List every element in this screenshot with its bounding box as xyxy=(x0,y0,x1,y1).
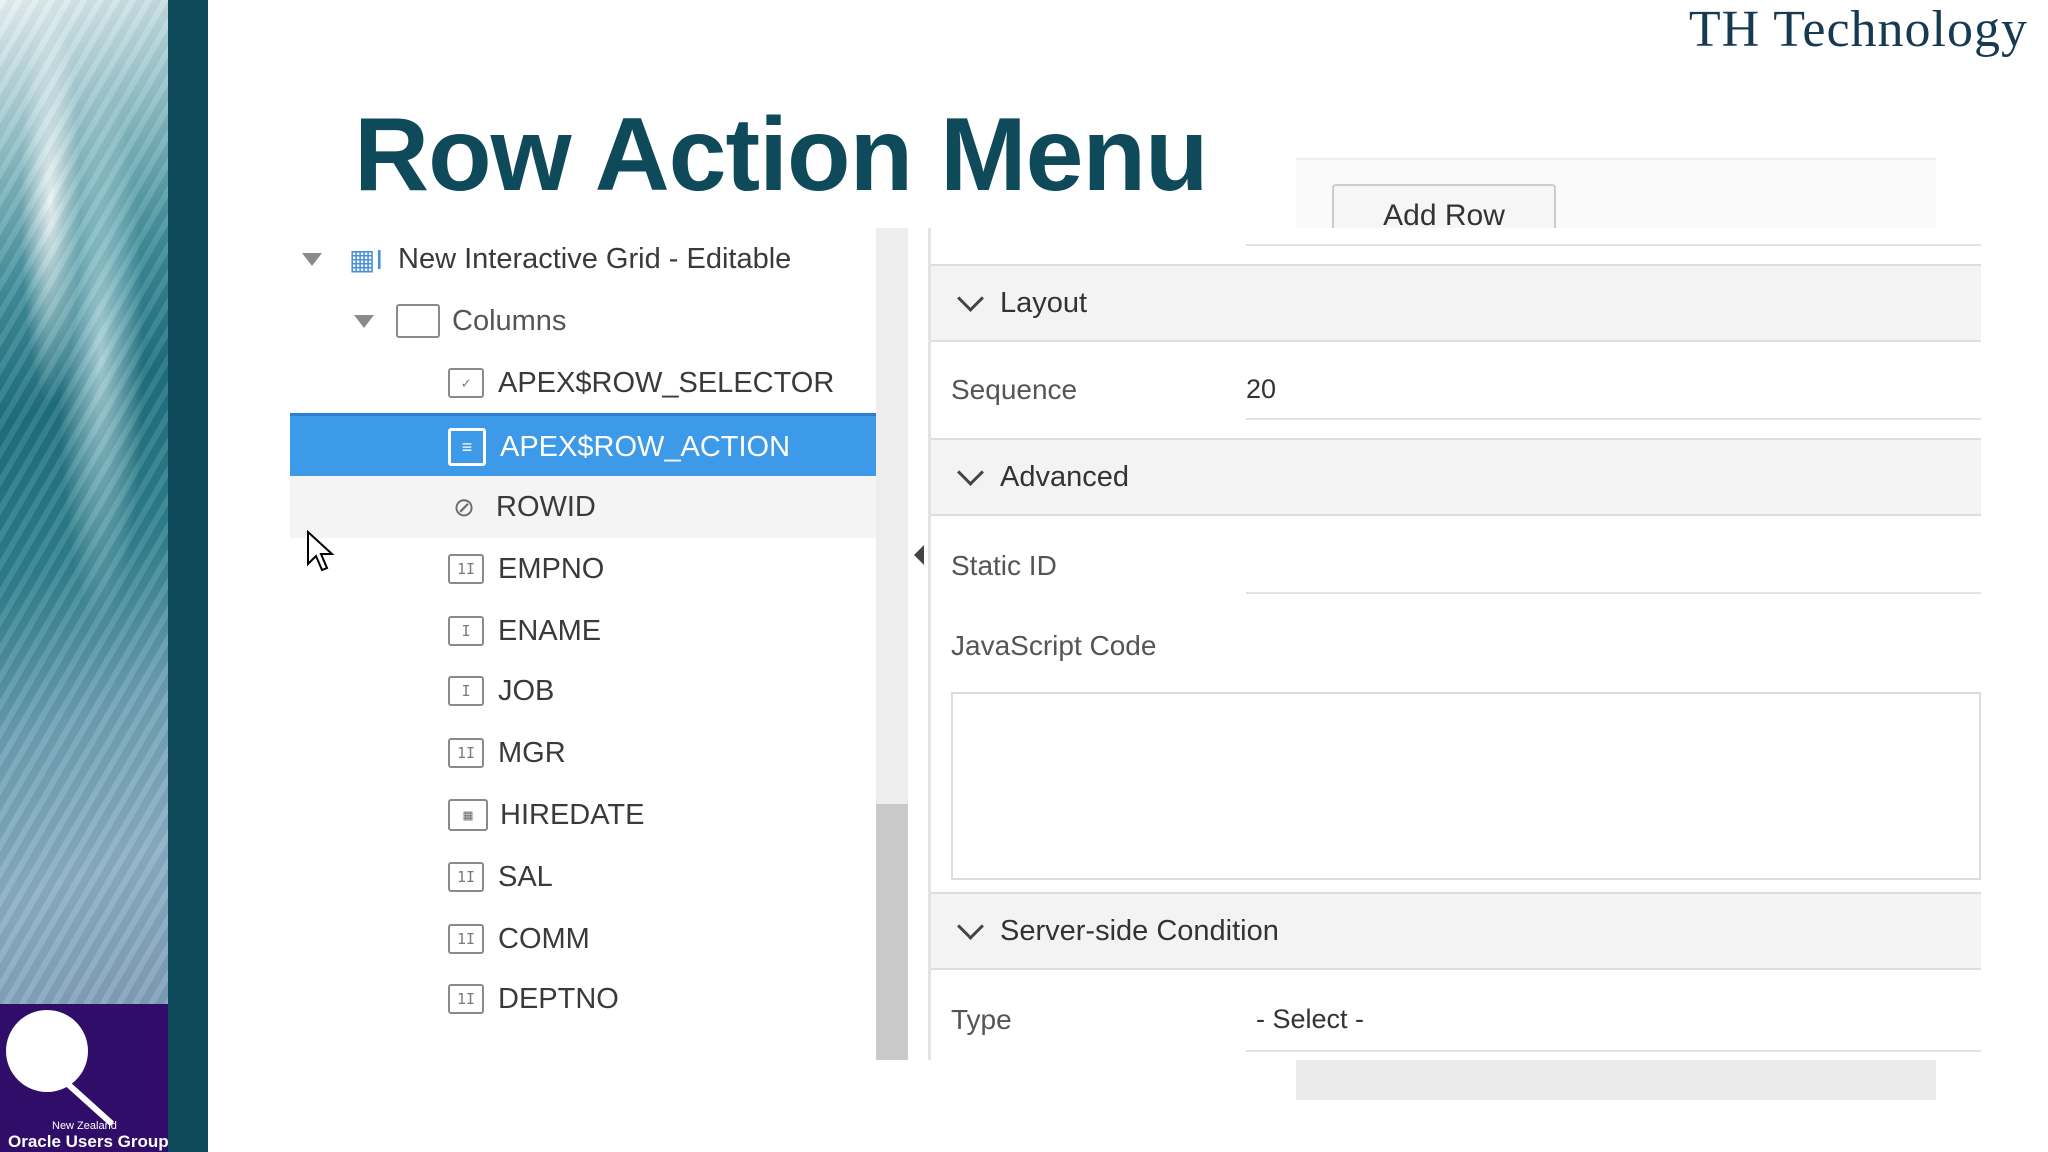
hidden-eye-icon: ⊘ xyxy=(453,491,475,522)
tree-node-label: ROWID xyxy=(496,490,596,523)
tree-node-column[interactable]: I ENAME xyxy=(290,600,876,662)
section-title: Advanced xyxy=(1000,460,1129,493)
tree-node-column[interactable]: 1I COMM xyxy=(290,908,876,970)
section-advanced-header[interactable]: Advanced xyxy=(931,438,1981,516)
section-layout-header[interactable]: Layout xyxy=(931,264,1981,342)
tree-node-label: MGR xyxy=(498,736,566,769)
tree-node-label: DEPTNO xyxy=(498,982,619,1015)
calendar-icon: ▦ xyxy=(448,799,488,831)
chevron-down-icon xyxy=(957,458,984,486)
sequence-label: Sequence xyxy=(951,374,1078,405)
text-field-icon: I xyxy=(448,616,484,646)
brand-logo: TH Technology xyxy=(1688,1,2028,58)
tree-node-column-selected[interactable]: ≡ APEX$ROW_ACTION xyxy=(290,413,876,478)
tree-node-label: New Interactive Grid - Editable xyxy=(398,242,792,275)
kiwi-bird-icon xyxy=(6,1010,88,1092)
folder-icon xyxy=(396,304,440,338)
condition-type-label: Type xyxy=(951,1004,1012,1035)
static-id-label: Static ID xyxy=(951,550,1057,581)
static-id-input[interactable] xyxy=(1246,550,1946,584)
add-row-button[interactable]: Add Row xyxy=(1332,184,1556,230)
number-field-icon: 1I xyxy=(448,984,484,1014)
tree-node-label: COMM xyxy=(498,922,590,955)
wave-image xyxy=(0,0,168,1004)
grid-footer xyxy=(1296,1060,1936,1100)
clipboard-icon: ≡ xyxy=(448,428,486,466)
number-field-icon: 1I xyxy=(448,554,484,584)
number-field-icon: 1I xyxy=(448,738,484,768)
tree-node-label: JOB xyxy=(498,674,555,707)
tree-node-columns[interactable]: Columns xyxy=(290,290,876,352)
chevron-down-icon xyxy=(957,284,984,312)
number-field-icon: 1I xyxy=(448,924,484,954)
section-condition-header[interactable]: Server-side Condition xyxy=(931,892,1981,970)
tree-node-label: EMPNO xyxy=(498,552,605,585)
tree-node-label: Columns xyxy=(452,304,567,337)
tree-node-column[interactable]: I JOB xyxy=(290,660,876,722)
tree-node-label: APEX$ROW_SELECTOR xyxy=(498,366,835,399)
chevron-down-icon xyxy=(957,912,984,940)
expand-caret-icon[interactable] xyxy=(302,252,322,266)
tree-node-label: HIREDATE xyxy=(500,798,645,831)
tree-node-label: APEX$ROW_ACTION xyxy=(500,430,791,463)
collapse-panel-icon[interactable] xyxy=(914,545,924,565)
tree-node-label: SAL xyxy=(498,860,553,893)
tree-node-column[interactable]: ⊘ ROWID xyxy=(290,476,876,538)
javascript-code-editor[interactable] xyxy=(951,692,1981,880)
accent-bar xyxy=(168,0,208,1152)
logo-country: New Zealand xyxy=(52,1120,117,1132)
tree-node-column[interactable]: 1I MGR xyxy=(290,722,876,784)
number-field-icon: 1I xyxy=(448,862,484,892)
tree-node-interactive-grid[interactable]: ▦I New Interactive Grid - Editable xyxy=(290,228,876,290)
javascript-code-label: JavaScript Code xyxy=(951,630,1157,661)
grid-icon: ▦I xyxy=(348,243,384,275)
page-title: Row Action Menu xyxy=(354,97,1209,213)
tree-node-column[interactable]: 1I EMPNO xyxy=(290,538,876,600)
text-field-icon: I xyxy=(448,676,484,706)
section-title: Server-side Condition xyxy=(1000,914,1279,947)
condition-type-select[interactable]: - Select - xyxy=(1256,1004,1364,1035)
tree-scrollbar-thumb[interactable] xyxy=(876,804,908,1060)
component-tree: ▦I New Interactive Grid - Editable Colum… xyxy=(290,228,876,1060)
property-editor: Layout Sequence 20 Advanced Static ID Ja… xyxy=(931,228,1981,1060)
mouse-cursor-icon xyxy=(307,530,335,572)
tree-node-column[interactable]: ▦ HIREDATE xyxy=(290,784,876,846)
tree-node-label: ENAME xyxy=(498,614,602,647)
tree-node-column[interactable]: 1I DEPTNO xyxy=(290,968,876,1030)
grid-toolbar: Add Row xyxy=(1296,158,1936,230)
sequence-input[interactable]: 20 xyxy=(1246,374,1276,405)
checkbox-icon: ✓ xyxy=(448,368,484,398)
expand-caret-icon[interactable] xyxy=(354,314,374,328)
tree-node-column[interactable]: 1I SAL xyxy=(290,846,876,908)
logo-text: Oracle Users Group xyxy=(8,1132,169,1151)
section-title: Layout xyxy=(1000,286,1088,319)
tree-node-column[interactable]: ✓ APEX$ROW_SELECTOR xyxy=(290,352,876,414)
